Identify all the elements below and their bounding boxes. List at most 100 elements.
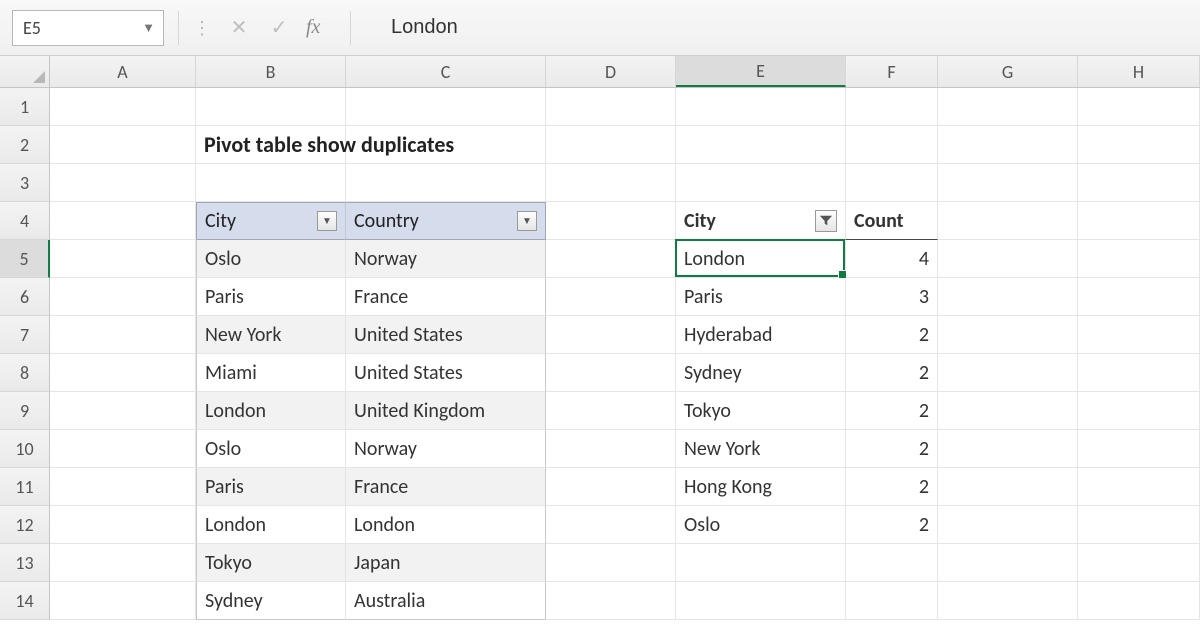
filter-dropdown-icon[interactable]: ▼	[317, 211, 337, 231]
name-box[interactable]: E5 ▼	[12, 10, 164, 46]
cell[interactable]: New York	[196, 316, 346, 354]
row-header[interactable]: 5	[0, 240, 50, 278]
cell[interactable]	[50, 544, 196, 582]
cell[interactable]: 2	[846, 468, 938, 506]
filter-dropdown-icon[interactable]: ▼	[517, 211, 537, 231]
cell[interactable]	[50, 88, 196, 126]
cell[interactable]	[846, 164, 938, 202]
pivot-header-count[interactable]: Count	[846, 202, 938, 240]
cell[interactable]: United States	[346, 316, 546, 354]
cell[interactable]	[676, 164, 846, 202]
cell[interactable]	[546, 354, 676, 392]
row-header[interactable]: 6	[0, 278, 50, 316]
filter-active-icon[interactable]	[815, 210, 837, 232]
row-header[interactable]: 10	[0, 430, 50, 468]
cell[interactable]: Norway	[346, 430, 546, 468]
cell[interactable]	[546, 164, 676, 202]
cell[interactable]	[676, 582, 846, 620]
cell[interactable]	[1078, 316, 1200, 354]
formula-input[interactable]	[365, 10, 1188, 46]
cell[interactable]	[546, 88, 676, 126]
cell[interactable]: Paris	[196, 278, 346, 316]
cell[interactable]	[938, 354, 1078, 392]
cell[interactable]	[196, 164, 346, 202]
cell[interactable]: Sydney	[196, 582, 346, 620]
cell[interactable]	[1078, 354, 1200, 392]
cell[interactable]	[938, 468, 1078, 506]
cell[interactable]	[1078, 544, 1200, 582]
cell[interactable]	[546, 316, 676, 354]
cell[interactable]	[938, 316, 1078, 354]
cell[interactable]: Hong Kong	[676, 468, 846, 506]
row-header[interactable]: 11	[0, 468, 50, 506]
cell[interactable]	[50, 202, 196, 240]
cell[interactable]	[1078, 582, 1200, 620]
cell[interactable]: 2	[846, 392, 938, 430]
cell[interactable]	[546, 240, 676, 278]
cell[interactable]	[50, 278, 196, 316]
row-header[interactable]: 14	[0, 582, 50, 620]
cell[interactable]: Oslo	[676, 506, 846, 544]
row-header[interactable]: 7	[0, 316, 50, 354]
cell[interactable]	[50, 582, 196, 620]
cell[interactable]	[50, 468, 196, 506]
cell[interactable]: Tokyo	[676, 392, 846, 430]
cell[interactable]	[938, 278, 1078, 316]
cell[interactable]	[938, 164, 1078, 202]
cell[interactable]: London	[196, 392, 346, 430]
cell[interactable]	[50, 354, 196, 392]
cell[interactable]	[546, 202, 676, 240]
cell[interactable]	[546, 544, 676, 582]
cell[interactable]	[1078, 164, 1200, 202]
column-header[interactable]: A	[50, 56, 196, 87]
enter-icon[interactable]: ✓	[266, 15, 292, 40]
cell[interactable]: 4	[846, 240, 938, 278]
cell[interactable]	[346, 88, 546, 126]
cell[interactable]	[546, 392, 676, 430]
cell[interactable]: France	[346, 278, 546, 316]
cell[interactable]	[1078, 126, 1200, 164]
cell[interactable]	[346, 126, 546, 164]
cancel-icon[interactable]: ✕	[226, 15, 252, 40]
cell[interactable]	[676, 544, 846, 582]
cell[interactable]	[50, 430, 196, 468]
cell[interactable]	[546, 278, 676, 316]
column-header[interactable]: F	[846, 56, 938, 87]
cell[interactable]: Paris	[676, 278, 846, 316]
cell[interactable]: London	[196, 506, 346, 544]
cell[interactable]	[1078, 430, 1200, 468]
cell[interactable]: New York	[676, 430, 846, 468]
cell[interactable]	[1078, 240, 1200, 278]
row-header[interactable]: 12	[0, 506, 50, 544]
cell[interactable]: Oslo	[196, 240, 346, 278]
cell[interactable]	[50, 240, 196, 278]
table-header-city[interactable]: City ▼	[196, 202, 346, 240]
cell[interactable]	[1078, 392, 1200, 430]
cell[interactable]	[546, 126, 676, 164]
row-header[interactable]: 4	[0, 202, 50, 240]
cell[interactable]: Hyderabad	[676, 316, 846, 354]
cell[interactable]	[676, 126, 846, 164]
cell[interactable]	[50, 164, 196, 202]
cell[interactable]	[938, 544, 1078, 582]
cell[interactable]	[1078, 88, 1200, 126]
cell[interactable]: United States	[346, 354, 546, 392]
cell[interactable]: United Kingdom	[346, 392, 546, 430]
cell[interactable]: 3	[846, 278, 938, 316]
cell[interactable]	[938, 506, 1078, 544]
cell[interactable]	[846, 544, 938, 582]
pivot-header-city[interactable]: City	[676, 202, 846, 240]
cell[interactable]	[676, 88, 846, 126]
cell[interactable]	[938, 88, 1078, 126]
chevron-down-icon[interactable]: ▼	[142, 20, 155, 36]
column-header[interactable]: D	[546, 56, 676, 87]
cell[interactable]	[938, 126, 1078, 164]
cell[interactable]: 2	[846, 354, 938, 392]
cell[interactable]	[50, 126, 196, 164]
cell[interactable]: France	[346, 468, 546, 506]
row-header[interactable]: 1	[0, 88, 50, 126]
cell[interactable]	[546, 506, 676, 544]
cell[interactable]	[546, 430, 676, 468]
cell[interactable]: Norway	[346, 240, 546, 278]
cell[interactable]	[50, 506, 196, 544]
